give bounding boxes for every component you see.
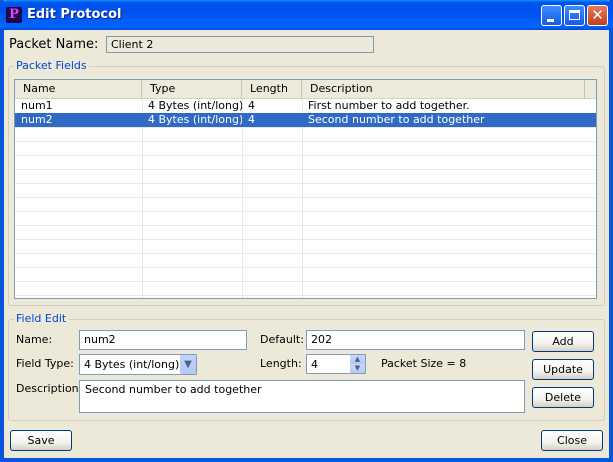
cell-type: 4 Bytes (int/long) (148, 113, 242, 126)
field-type-label: Field Type: (16, 357, 74, 370)
maximize-icon (569, 10, 580, 20)
table-row-selected[interactable]: num2 4 Bytes (int/long) 4 Second number … (15, 113, 596, 127)
cell-description: Second number to add together (308, 113, 485, 126)
cell-length: 4 (248, 113, 255, 126)
delete-button[interactable]: Delete (532, 387, 594, 408)
close-icon: ✕ (591, 6, 604, 24)
spin-down-icon[interactable]: ▼ (350, 364, 365, 373)
table-header: Name Type Length Description (15, 80, 596, 99)
update-button[interactable]: Update (532, 359, 594, 380)
column-header-name[interactable]: Name (15, 80, 142, 99)
packet-fields-title: Packet Fields (14, 59, 89, 72)
edit-protocol-window: P Edit Protocol ✕ Packet Name: Client 2 … (0, 0, 613, 462)
window-title: Edit Protocol (27, 7, 122, 22)
cell-name: num2 (21, 113, 53, 126)
field-name-input[interactable]: num2 (79, 330, 247, 350)
table-row[interactable]: num1 4 Bytes (int/long) 4 First number t… (15, 99, 596, 113)
packet-size-text: Packet Size = 8 (381, 357, 467, 370)
column-header-length[interactable]: Length (242, 80, 302, 99)
title-bar[interactable]: P Edit Protocol ✕ (0, 0, 613, 30)
field-name-label: Name: (16, 333, 53, 346)
description-textarea[interactable]: Second number to add together (79, 380, 525, 413)
default-input[interactable]: 202 (306, 330, 525, 350)
field-type-select[interactable]: 4 Bytes (int/long) ▼ (79, 354, 197, 375)
packet-name-input[interactable]: Client 2 (106, 36, 374, 53)
field-type-value: 4 Bytes (int/long) (84, 358, 180, 371)
app-icon: P (6, 7, 22, 23)
length-spinner[interactable]: 4 ▲ ▼ (306, 354, 366, 374)
column-header-type[interactable]: Type (142, 80, 242, 99)
column-header-description[interactable]: Description (302, 80, 585, 99)
chevron-down-icon[interactable]: ▼ (179, 355, 196, 374)
length-label: Length: (260, 357, 302, 370)
cell-name: num1 (21, 99, 53, 112)
close-button[interactable]: Close (541, 430, 603, 451)
add-button[interactable]: Add (532, 331, 594, 352)
length-value: 4 (311, 358, 318, 371)
spin-up-icon[interactable]: ▲ (350, 355, 365, 364)
minimize-icon (547, 19, 554, 22)
cell-type: 4 Bytes (int/long) (148, 99, 242, 112)
packet-fields-table[interactable]: Name Type Length Description num1 4 Byte… (14, 79, 597, 299)
cell-description: First number to add together. (308, 99, 470, 112)
maximize-button[interactable] (564, 5, 585, 26)
save-button[interactable]: Save (10, 430, 72, 451)
close-window-button[interactable]: ✕ (587, 5, 608, 26)
cell-length: 4 (248, 99, 255, 112)
default-label: Default: (260, 333, 304, 346)
minimize-button[interactable] (541, 5, 562, 26)
packet-name-label: Packet Name: (9, 37, 99, 52)
description-label: Description: (16, 382, 83, 395)
field-edit-title: Field Edit (14, 312, 69, 325)
